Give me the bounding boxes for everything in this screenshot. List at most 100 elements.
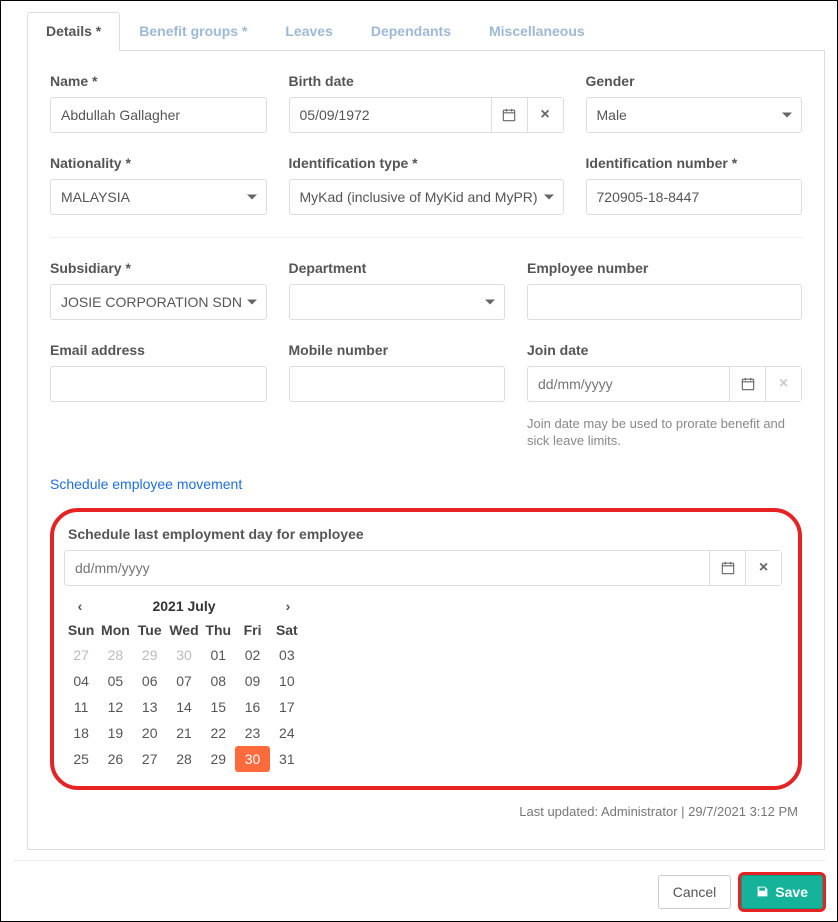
subsidiary-field-group: Subsidiary * JOSIE CORPORATION SDN BHD xyxy=(50,260,267,320)
employee-number-field-group: Employee number xyxy=(527,260,802,320)
calendar-day-cell[interactable]: 14 xyxy=(167,694,201,720)
gender-select[interactable]: Male xyxy=(586,97,803,133)
id-type-field-group: Identification type * MyKad (inclusive o… xyxy=(289,155,564,215)
calendar-day-cell[interactable]: 30 xyxy=(167,642,201,668)
gender-field-group: Gender Male xyxy=(586,73,803,133)
birth-date-clear-button[interactable]: × xyxy=(527,98,563,132)
department-field-group: Department xyxy=(289,260,506,320)
join-date-clear-button[interactable]: × xyxy=(765,367,801,401)
save-button[interactable]: Save xyxy=(741,875,823,909)
calendar-week-row: 18192021222324 xyxy=(64,720,304,746)
schedule-last-day-calendar-button[interactable] xyxy=(709,551,745,585)
calendar-day-cell[interactable]: 16 xyxy=(235,694,269,720)
calendar-popup: ‹ 2021 July › SunMonTueWedThuFriSat 2728… xyxy=(64,594,304,772)
calendar-day-cell[interactable]: 12 xyxy=(98,694,132,720)
calendar-day-cell[interactable]: 30 xyxy=(235,746,269,772)
calendar-day-cell[interactable]: 08 xyxy=(201,668,235,694)
calendar-day-cell[interactable]: 01 xyxy=(201,642,235,668)
calendar-week-row: 11121314151617 xyxy=(64,694,304,720)
birth-date-input[interactable] xyxy=(290,98,491,132)
calendar-day-cell[interactable]: 09 xyxy=(235,668,269,694)
app-window: Details * Benefit groups * Leaves Depend… xyxy=(0,0,838,922)
footer-divider xyxy=(13,860,825,861)
details-panel: Name * Birth date × Gender Male xyxy=(27,51,825,850)
schedule-last-day-input[interactable] xyxy=(65,551,709,585)
calendar-day-cell[interactable]: 10 xyxy=(270,668,304,694)
calendar-dow-cell: Thu xyxy=(201,618,235,642)
join-date-field-group: Join date × Join date may be used to pro… xyxy=(527,342,802,450)
calendar-day-cell[interactable]: 21 xyxy=(167,720,201,746)
tab-details[interactable]: Details * xyxy=(27,12,120,51)
cancel-button[interactable]: Cancel xyxy=(658,875,732,909)
join-date-input[interactable] xyxy=(528,367,729,401)
schedule-last-day-clear-button[interactable]: × xyxy=(745,551,781,585)
birth-date-calendar-button[interactable] xyxy=(491,98,527,132)
calendar-day-cell[interactable]: 07 xyxy=(167,668,201,694)
nationality-select[interactable]: MALAYSIA xyxy=(50,179,267,215)
nationality-select-wrap: MALAYSIA xyxy=(50,179,267,215)
tab-dependants[interactable]: Dependants xyxy=(352,12,470,51)
id-type-select-wrap: MyKad (inclusive of MyKid and MyPR) xyxy=(289,179,564,215)
calendar-day-cell[interactable]: 26 xyxy=(98,746,132,772)
employee-number-input[interactable] xyxy=(527,284,802,320)
calendar-day-cell[interactable]: 29 xyxy=(201,746,235,772)
calendar-day-cell[interactable]: 04 xyxy=(64,668,98,694)
id-type-select[interactable]: MyKad (inclusive of MyKid and MyPR) xyxy=(289,179,564,215)
calendar-dow-cell: Sat xyxy=(270,618,304,642)
tab-miscellaneous[interactable]: Miscellaneous xyxy=(470,12,604,51)
email-label: Email address xyxy=(50,342,267,358)
calendar-icon xyxy=(502,108,516,122)
join-date-group: × xyxy=(527,366,802,402)
department-select[interactable] xyxy=(289,284,506,320)
birth-date-label: Birth date xyxy=(289,73,564,89)
calendar-day-cell[interactable]: 17 xyxy=(270,694,304,720)
calendar-day-cell[interactable]: 18 xyxy=(64,720,98,746)
calendar-dow-row: SunMonTueWedThuFriSat xyxy=(64,618,304,642)
tab-benefit-groups[interactable]: Benefit groups * xyxy=(120,12,266,51)
calendar-next-button[interactable]: › xyxy=(272,598,304,614)
calendar-day-cell[interactable]: 19 xyxy=(98,720,132,746)
join-date-calendar-button[interactable] xyxy=(729,367,765,401)
nationality-field-group: Nationality * MALAYSIA xyxy=(50,155,267,215)
calendar-day-cell[interactable]: 11 xyxy=(64,694,98,720)
email-input[interactable] xyxy=(50,366,267,402)
close-icon: × xyxy=(759,559,768,577)
calendar-day-cell[interactable]: 29 xyxy=(133,642,167,668)
name-label: Name * xyxy=(50,73,267,89)
mobile-label: Mobile number xyxy=(289,342,506,358)
last-updated-text: Last updated: Administrator | 29/7/2021 … xyxy=(54,804,798,819)
calendar-dow-cell: Fri xyxy=(235,618,269,642)
mobile-input[interactable] xyxy=(289,366,506,402)
name-input[interactable] xyxy=(50,97,267,133)
calendar-title[interactable]: 2021 July xyxy=(96,598,272,614)
calendar-day-cell[interactable]: 23 xyxy=(235,720,269,746)
schedule-movement-link[interactable]: Schedule employee movement xyxy=(50,476,242,492)
subsidiary-select[interactable]: JOSIE CORPORATION SDN BHD xyxy=(50,284,267,320)
calendar-day-cell[interactable]: 13 xyxy=(133,694,167,720)
calendar-day-cell[interactable]: 20 xyxy=(133,720,167,746)
calendar-day-cell[interactable]: 02 xyxy=(235,642,269,668)
calendar-dow-cell: Sun xyxy=(64,618,98,642)
calendar-week-row: 25262728293031 xyxy=(64,746,304,772)
save-button-label: Save xyxy=(775,884,808,900)
calendar-day-cell[interactable]: 31 xyxy=(270,746,304,772)
calendar-day-cell[interactable]: 15 xyxy=(201,694,235,720)
calendar-day-cell[interactable]: 27 xyxy=(64,642,98,668)
calendar-day-cell[interactable]: 05 xyxy=(98,668,132,694)
calendar-icon xyxy=(721,561,735,575)
calendar-day-cell[interactable]: 28 xyxy=(167,746,201,772)
calendar-day-cell[interactable]: 28 xyxy=(98,642,132,668)
join-date-helper: Join date may be used to prorate benefit… xyxy=(527,416,802,450)
tab-leaves[interactable]: Leaves xyxy=(266,12,351,51)
mobile-field-group: Mobile number xyxy=(289,342,506,450)
calendar-day-cell[interactable]: 27 xyxy=(133,746,167,772)
form-grid: Name * Birth date × Gender Male xyxy=(50,73,802,215)
calendar-day-cell[interactable]: 22 xyxy=(201,720,235,746)
id-number-input[interactable] xyxy=(586,179,803,215)
calendar-day-cell[interactable]: 25 xyxy=(64,746,98,772)
calendar-prev-button[interactable]: ‹ xyxy=(64,598,96,614)
calendar-header: ‹ 2021 July › xyxy=(64,594,304,618)
calendar-day-cell[interactable]: 06 xyxy=(133,668,167,694)
calendar-day-cell[interactable]: 24 xyxy=(270,720,304,746)
calendar-day-cell[interactable]: 03 xyxy=(270,642,304,668)
